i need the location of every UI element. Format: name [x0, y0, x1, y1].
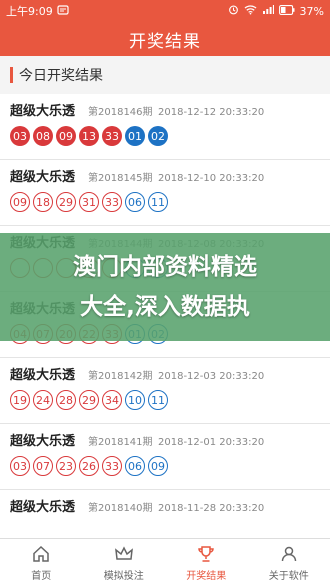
number-balls: 19242829341011: [10, 390, 320, 410]
page-title: 开奖结果: [0, 22, 330, 56]
lottery-name: 超级大乐透: [10, 364, 88, 383]
overlay-line-2: 大全,深入数据执: [80, 287, 250, 327]
trophy-icon: [196, 544, 216, 564]
lottery-name: 超级大乐透: [10, 100, 88, 119]
battery-percent: 37%: [300, 5, 324, 18]
number-balls: 09182931330611: [10, 192, 320, 212]
status-time: 上午9:09: [6, 3, 53, 19]
front-ball: 07: [33, 456, 53, 476]
result-meta: 超级大乐透第2018140期2018-11-28 20:33:20: [10, 496, 320, 514]
section-title: 今日开奖结果: [19, 65, 103, 85]
tab-simulate[interactable]: 模拟投注: [83, 539, 166, 587]
tab-label: 关于软件: [269, 567, 309, 582]
back-ball: 02: [148, 126, 168, 146]
result-meta: 超级大乐透第2018141期2018-12-01 20:33:20: [10, 430, 320, 448]
number-balls: 03072326330609: [10, 456, 320, 476]
tab-about[interactable]: 关于软件: [248, 539, 330, 587]
result-meta: 超级大乐透第2018142期2018-12-03 20:33:20: [10, 364, 320, 382]
front-ball: 23: [56, 456, 76, 476]
front-ball: 26: [79, 456, 99, 476]
front-ball: 33: [102, 192, 122, 212]
front-ball: 19: [10, 390, 30, 410]
crown-icon: [114, 544, 134, 564]
front-ball: 29: [56, 192, 76, 212]
section-header: 今日开奖结果: [0, 56, 330, 94]
front-ball: 09: [56, 126, 76, 146]
back-ball: 01: [125, 126, 145, 146]
notification-icon: [57, 4, 69, 19]
bottom-tab-bar: 首页 模拟投注 开奖结果 关于软件: [0, 538, 330, 587]
result-meta: 超级大乐透第2018145期2018-12-10 20:33:20: [10, 166, 320, 184]
draw-time: 2018-12-03 20:33:20: [158, 371, 264, 382]
front-ball: 33: [102, 456, 122, 476]
tab-label: 开奖结果: [186, 567, 226, 582]
result-meta: 超级大乐透第2018146期2018-12-12 20:33:20: [10, 100, 320, 118]
back-ball: 11: [148, 192, 168, 212]
draw-time: 2018-11-28 20:33:20: [158, 503, 264, 514]
issue-number: 第2018145期: [88, 169, 158, 184]
result-item[interactable]: 超级大乐透第2018145期2018-12-10 20:33:200918293…: [0, 160, 330, 226]
home-icon: [31, 544, 51, 564]
tab-results[interactable]: 开奖结果: [165, 539, 248, 587]
battery-icon: [279, 5, 295, 18]
lottery-name: 超级大乐透: [10, 496, 88, 515]
front-ball: 03: [10, 456, 30, 476]
tab-label: 模拟投注: [104, 567, 144, 582]
draw-time: 2018-12-01 20:33:20: [158, 437, 264, 448]
overlay-line-1: 澳门内部资料精选: [73, 247, 257, 287]
back-ball: 11: [148, 390, 168, 410]
front-ball: 33: [102, 126, 122, 146]
front-ball: 13: [79, 126, 99, 146]
issue-number: 第2018141期: [88, 433, 158, 448]
draw-time: 2018-12-10 20:33:20: [158, 173, 264, 184]
lottery-name: 超级大乐透: [10, 430, 88, 449]
back-ball: 10: [125, 390, 145, 410]
draw-time: 2018-12-12 20:33:20: [158, 107, 264, 118]
front-ball: 34: [102, 390, 122, 410]
lottery-name: 超级大乐透: [10, 166, 88, 185]
wifi-icon: [244, 4, 257, 18]
promo-overlay: 澳门内部资料精选 大全,深入数据执: [0, 233, 330, 341]
front-ball: 24: [33, 390, 53, 410]
accent-bar: [10, 67, 13, 83]
signal-icon: [262, 4, 274, 18]
front-ball: 03: [10, 126, 30, 146]
issue-number: 第2018146期: [88, 103, 158, 118]
issue-number: 第2018140期: [88, 499, 158, 514]
user-icon: [279, 544, 299, 564]
alarm-icon: [228, 4, 239, 18]
tab-home[interactable]: 首页: [0, 539, 83, 587]
result-item[interactable]: 超级大乐透第2018141期2018-12-01 20:33:200307232…: [0, 424, 330, 490]
front-ball: 09: [10, 192, 30, 212]
back-ball: 06: [125, 192, 145, 212]
status-bar: 上午9:09 37%: [0, 0, 330, 22]
front-ball: 28: [56, 390, 76, 410]
front-ball: 29: [79, 390, 99, 410]
front-ball: 31: [79, 192, 99, 212]
back-ball: 06: [125, 456, 145, 476]
front-ball: 18: [33, 192, 53, 212]
tab-label: 首页: [31, 567, 51, 582]
front-ball: 08: [33, 126, 53, 146]
back-ball: 09: [148, 456, 168, 476]
number-balls: 03080913330102: [10, 126, 320, 146]
issue-number: 第2018142期: [88, 367, 158, 382]
result-item[interactable]: 超级大乐透第2018142期2018-12-03 20:33:201924282…: [0, 358, 330, 424]
result-item[interactable]: 超级大乐透第2018146期2018-12-12 20:33:20 0308091…: [0, 94, 330, 160]
